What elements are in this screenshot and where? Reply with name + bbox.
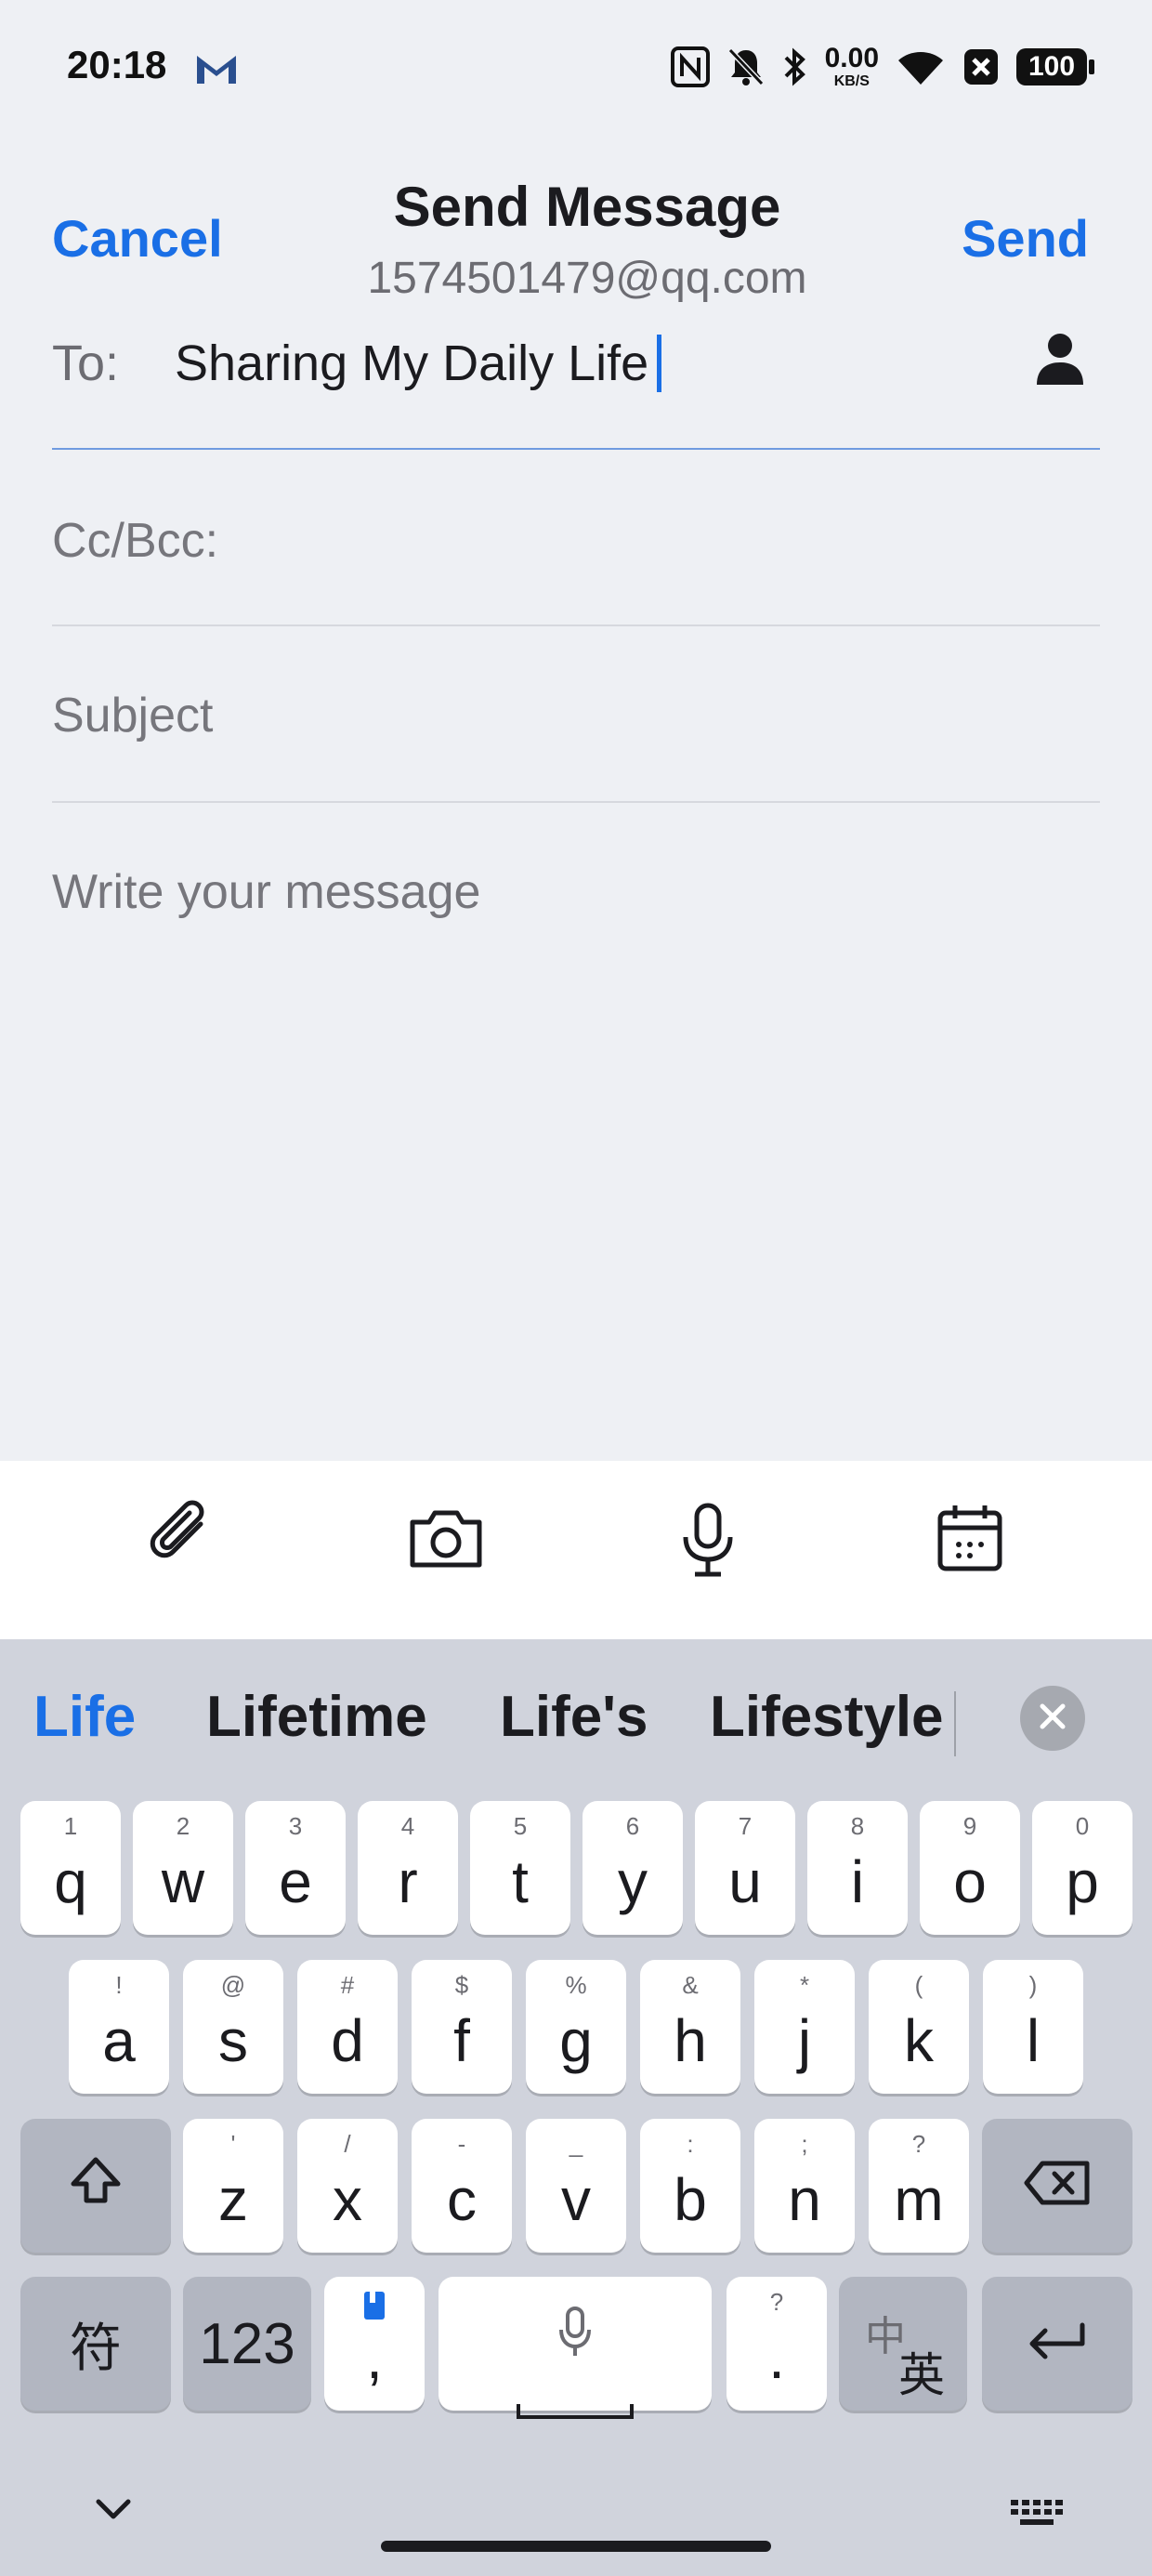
battery-icon: 100 bbox=[1016, 48, 1094, 85]
backspace-icon bbox=[1024, 2151, 1091, 2220]
backspace-key[interactable] bbox=[982, 2119, 1132, 2253]
attach-button[interactable] bbox=[136, 1494, 229, 1587]
key-t[interactable]: 5t bbox=[470, 1801, 570, 1935]
space-key[interactable] bbox=[439, 2277, 712, 2419]
person-icon bbox=[1029, 334, 1091, 394]
suggestion-item[interactable]: Lifetime bbox=[206, 1684, 427, 1750]
subject-input[interactable]: Subject bbox=[52, 688, 1100, 743]
key-h[interactable]: & h bbox=[640, 1960, 740, 2094]
period-key[interactable]: ?. bbox=[727, 2277, 827, 2411]
key-i[interactable]: 8i bbox=[807, 1801, 908, 1935]
nfc-icon bbox=[670, 46, 710, 87]
dictionary-icon bbox=[324, 2290, 425, 2328]
key-y[interactable]: 6y bbox=[583, 1801, 683, 1935]
suggestion-divider bbox=[954, 1691, 956, 1756]
numbers-key[interactable]: 123 bbox=[183, 2277, 311, 2411]
shift-key[interactable] bbox=[20, 2119, 171, 2253]
suggestion-bar: Life Lifetime Life's Lifestyle bbox=[0, 1639, 1152, 1797]
bluetooth-icon bbox=[782, 46, 808, 87]
key-g[interactable]: % g bbox=[526, 1960, 626, 2094]
calendar-icon bbox=[931, 1500, 1009, 1583]
to-label: To: bbox=[52, 335, 120, 391]
language-switch-key[interactable]: 中 英 bbox=[839, 2277, 967, 2411]
attachment-icon bbox=[143, 1500, 221, 1583]
key-q[interactable]: 1q bbox=[20, 1801, 121, 1935]
to-divider bbox=[52, 448, 1100, 450]
key-p[interactable]: 0p bbox=[1032, 1801, 1132, 1935]
camera-icon bbox=[407, 1500, 485, 1583]
microphone-icon bbox=[669, 1500, 747, 1583]
key-k[interactable]: (k bbox=[869, 1960, 969, 2094]
text-cursor bbox=[657, 335, 661, 392]
gmail-icon bbox=[193, 50, 240, 92]
comma-key[interactable]: , bbox=[324, 2277, 425, 2411]
key-x[interactable]: / x bbox=[297, 2119, 398, 2253]
hide-keyboard-button[interactable] bbox=[93, 2494, 134, 2527]
close-icon bbox=[1037, 1701, 1068, 1737]
key-o[interactable]: 9o bbox=[920, 1801, 1020, 1935]
compose-toolbar bbox=[0, 1461, 1152, 1639]
voice-button[interactable] bbox=[661, 1494, 754, 1587]
key-d[interactable]: # d bbox=[297, 1960, 398, 2094]
key-b[interactable]: :b bbox=[640, 2119, 740, 2253]
network-speed: 0.00 KB/S bbox=[824, 43, 879, 89]
key-e[interactable]: 3e bbox=[245, 1801, 346, 1935]
keyboard-switch-button[interactable] bbox=[1009, 2494, 1065, 2536]
suggestion-item[interactable]: Lifestyle bbox=[710, 1684, 944, 1750]
blocked-app-icon bbox=[962, 47, 1000, 86]
key-u[interactable]: 7u bbox=[695, 1801, 795, 1935]
key-m[interactable]: ? m bbox=[869, 2119, 969, 2253]
cc-bcc-field[interactable]: Cc/Bcc: bbox=[52, 513, 218, 569]
schedule-button[interactable] bbox=[923, 1494, 1016, 1587]
status-icons: 0.00 KB/S 100 bbox=[670, 41, 1094, 93]
space-bar-icon bbox=[515, 2366, 635, 2435]
status-bar: 20:18 0.00 KB/S 100 bbox=[0, 0, 1152, 139]
key-f[interactable]: $ f bbox=[412, 1960, 512, 2094]
enter-icon bbox=[1025, 2309, 1090, 2378]
send-button[interactable]: Send bbox=[962, 208, 1089, 269]
symbols-key[interactable]: 符 bbox=[20, 2277, 171, 2411]
key-n[interactable]: ; n bbox=[754, 2119, 855, 2253]
status-time: 20:18 bbox=[67, 43, 167, 86]
home-indicator[interactable] bbox=[381, 2541, 771, 2552]
keyboard: Life Lifetime Life's Lifestyle 1q 2w 3e … bbox=[0, 1639, 1152, 2576]
bell-off-icon bbox=[727, 46, 766, 87]
chevron-down-icon bbox=[93, 2499, 134, 2526]
key-v[interactable]: _ v bbox=[526, 2119, 626, 2253]
add-contact-button[interactable] bbox=[1029, 329, 1091, 390]
close-suggestions-button[interactable] bbox=[1020, 1686, 1085, 1751]
subject-divider bbox=[52, 801, 1100, 803]
key-s[interactable]: @ s bbox=[183, 1960, 283, 2094]
shift-icon bbox=[68, 2151, 124, 2220]
key-w[interactable]: 2w bbox=[133, 1801, 233, 1935]
keyboard-icon bbox=[1009, 2500, 1065, 2535]
microphone-icon bbox=[556, 2305, 594, 2373]
key-z[interactable]: ' z bbox=[183, 2119, 283, 2253]
suggestion-item[interactable]: Life bbox=[33, 1684, 136, 1750]
wifi-icon bbox=[896, 47, 946, 86]
suggestion-item[interactable]: Life's bbox=[500, 1684, 648, 1750]
key-a[interactable]: ! a bbox=[69, 1960, 169, 2094]
key-c[interactable]: -c bbox=[412, 2119, 512, 2253]
key-r[interactable]: 4r bbox=[358, 1801, 458, 1935]
key-l[interactable]: ) l bbox=[983, 1960, 1083, 2094]
enter-key[interactable] bbox=[982, 2277, 1132, 2411]
message-input[interactable]: Write your message bbox=[52, 864, 1100, 920]
cc-divider bbox=[52, 624, 1100, 626]
camera-button[interactable] bbox=[399, 1494, 492, 1587]
to-input[interactable]: Sharing My Daily Life bbox=[175, 335, 648, 392]
key-j[interactable]: * j bbox=[754, 1960, 855, 2094]
